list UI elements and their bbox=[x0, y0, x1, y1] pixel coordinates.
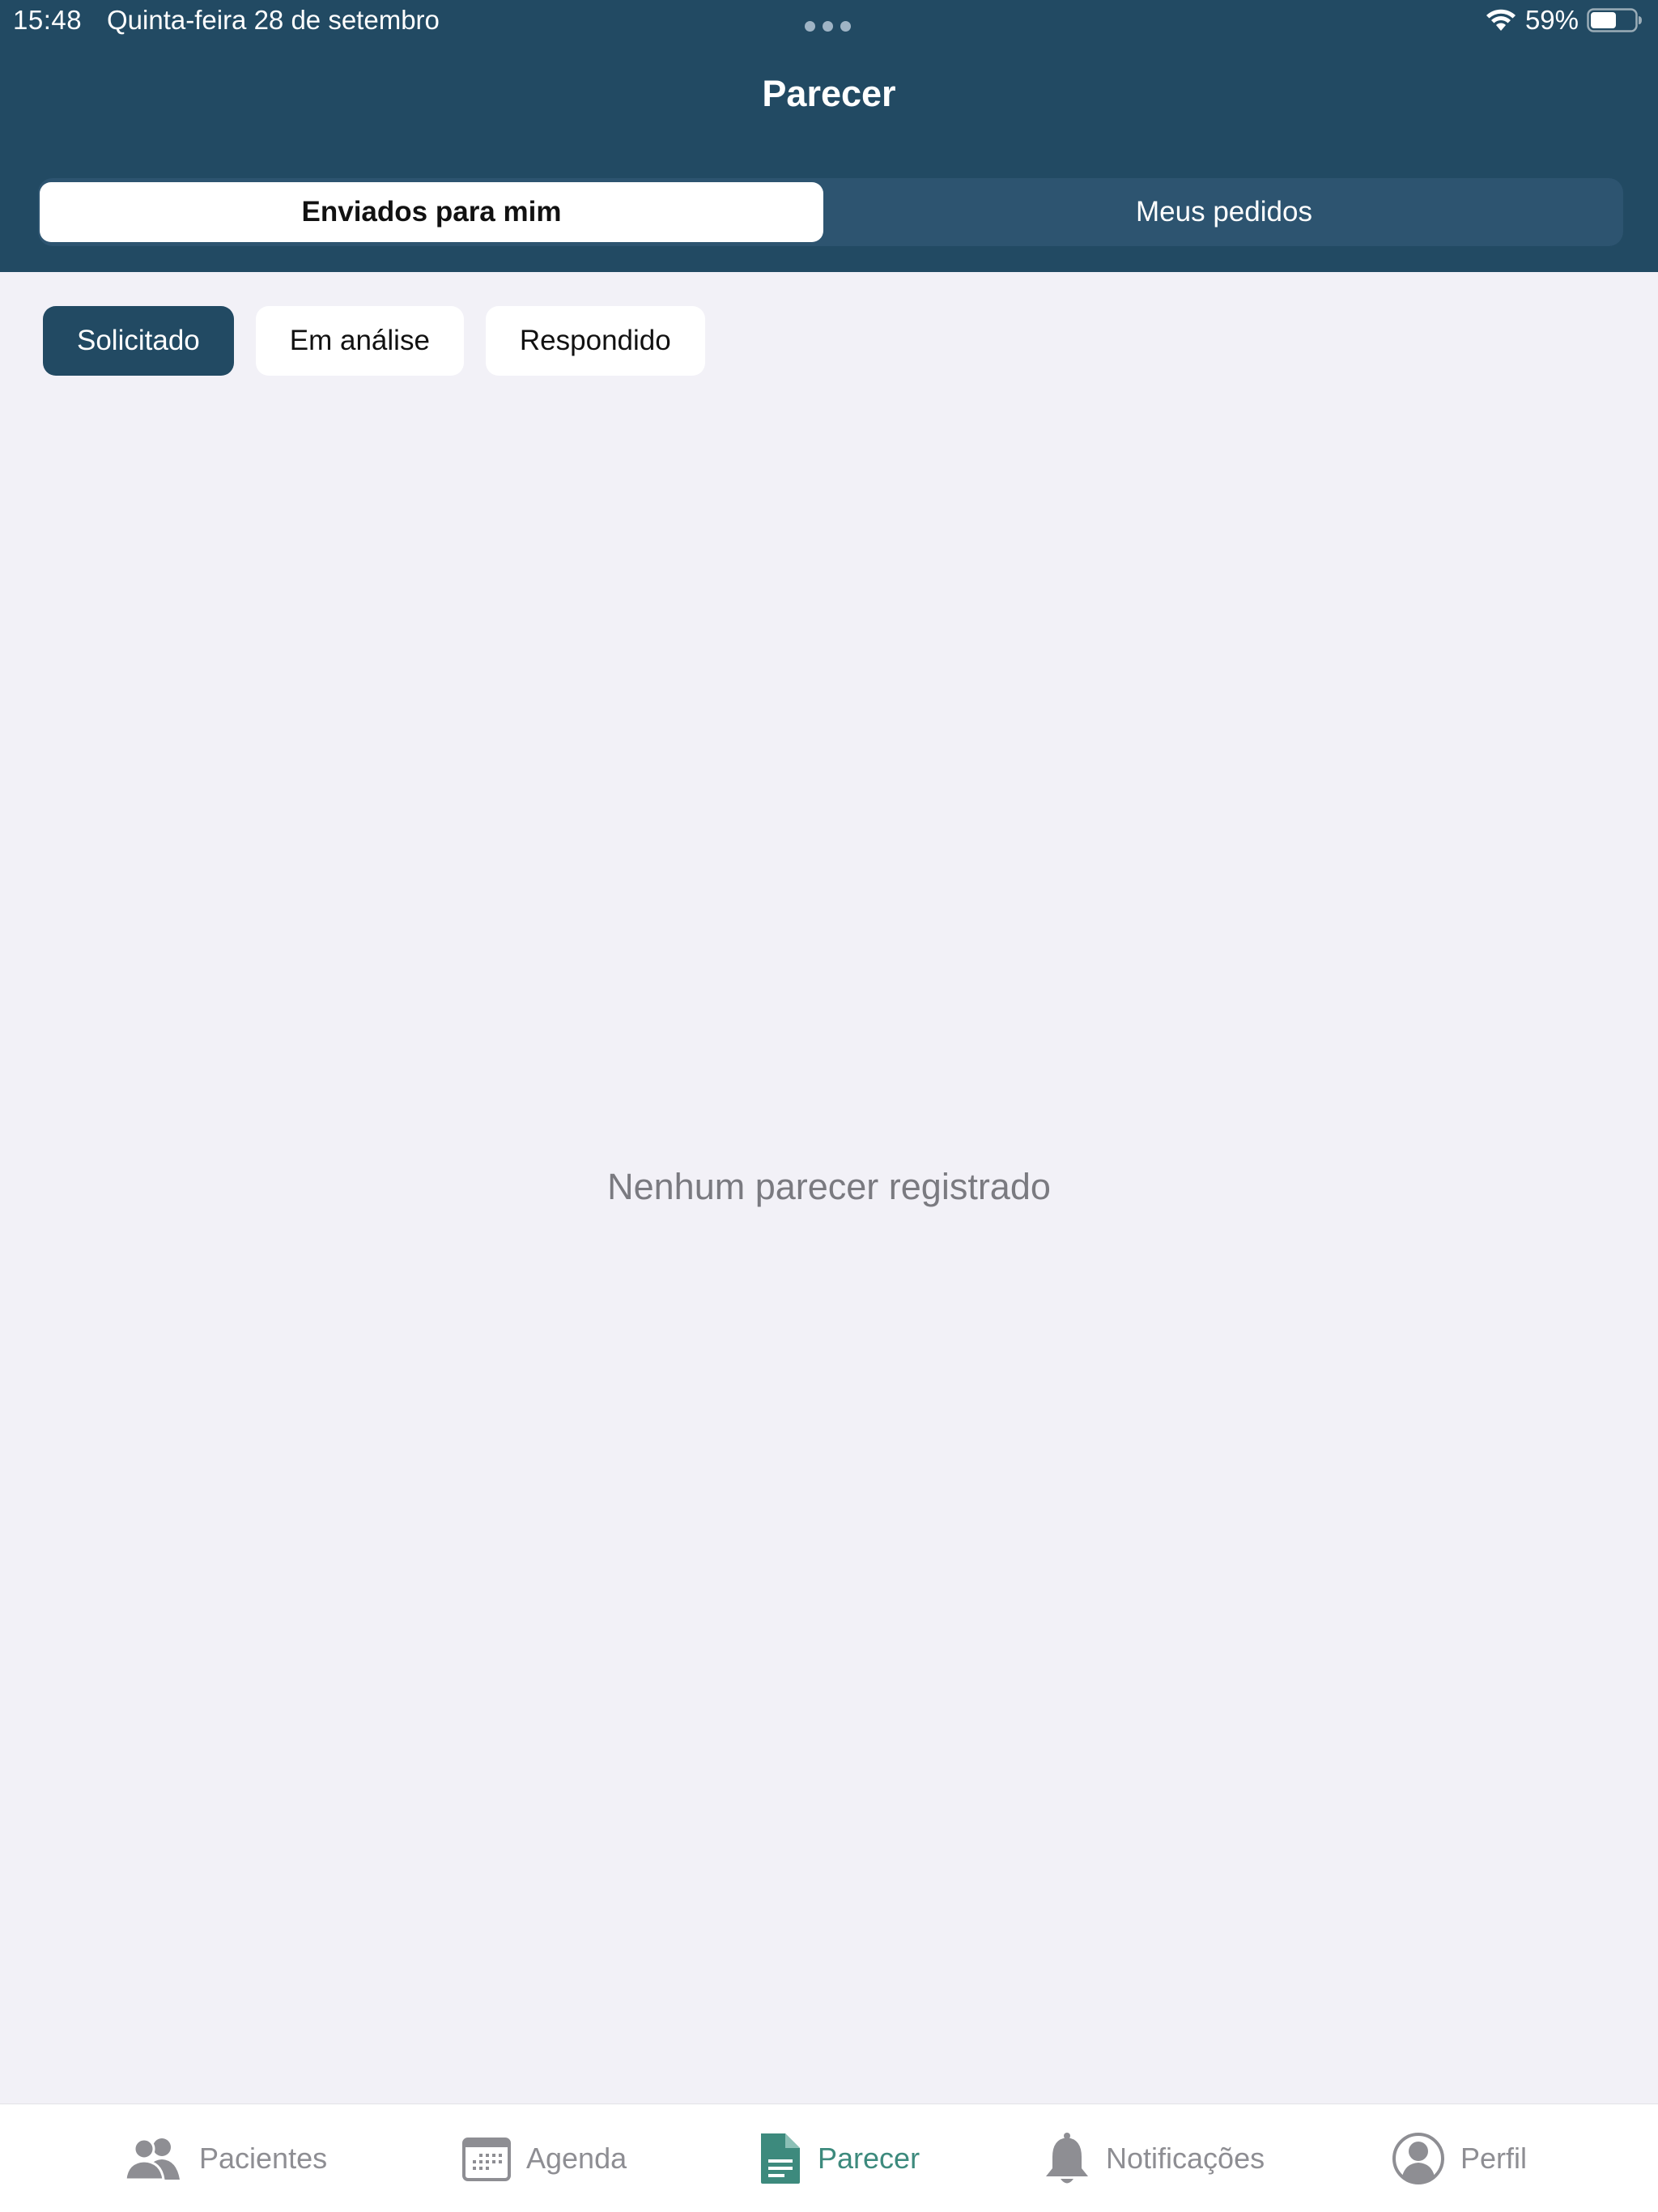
filter-chip-respondido[interactable]: Respondido bbox=[485, 306, 705, 376]
tab-label-notificacoes: Notificações bbox=[1106, 2142, 1265, 2175]
tab-label-perfil: Perfil bbox=[1460, 2142, 1528, 2175]
tab-label-parecer: Parecer bbox=[818, 2142, 920, 2175]
filter-chip-solicitado[interactable]: Solicitado bbox=[43, 306, 234, 376]
calendar-icon bbox=[462, 2138, 511, 2181]
tab-agenda[interactable]: Agenda bbox=[461, 2130, 627, 2187]
bell-icon bbox=[1046, 2133, 1088, 2184]
people-icon bbox=[124, 2138, 180, 2181]
header: 15:48 Quinta-feira 28 de setembro 59% Pa… bbox=[0, 0, 1658, 272]
segment-meus-pedidos[interactable]: Meus pedidos bbox=[831, 182, 1617, 242]
segmented-control: Enviados para mim Meus pedidos bbox=[38, 178, 1623, 246]
battery-percent: 59% bbox=[1524, 5, 1579, 35]
tab-parecer[interactable]: Parecer bbox=[758, 2130, 920, 2187]
filter-chip-em-analise[interactable]: Em análise bbox=[255, 306, 464, 376]
document-icon bbox=[761, 2133, 800, 2184]
status-filter-chips: Solicitado Em análise Respondido bbox=[43, 306, 705, 376]
profile-icon bbox=[1392, 2133, 1444, 2184]
wifi-icon bbox=[1486, 9, 1516, 31]
battery-icon bbox=[1587, 8, 1642, 32]
segment-enviados-para-mim[interactable]: Enviados para mim bbox=[40, 182, 823, 242]
status-time: 15:48 bbox=[13, 5, 83, 35]
empty-state-message: Nenhum parecer registrado bbox=[607, 1166, 1051, 1207]
multitasking-dots-icon[interactable] bbox=[805, 21, 851, 32]
tab-label-pacientes: Pacientes bbox=[199, 2142, 328, 2175]
page-title: Parecer bbox=[762, 73, 896, 114]
tab-label-agenda: Agenda bbox=[526, 2142, 627, 2175]
status-date: Quinta-feira 28 de setembro bbox=[107, 5, 440, 35]
tab-pacientes[interactable]: Pacientes bbox=[123, 2130, 327, 2187]
tab-notificacoes[interactable]: Notificações bbox=[1043, 2130, 1265, 2187]
tab-bar: Pacientes Agenda Parecer Notificações Pe… bbox=[0, 2104, 1658, 2212]
tab-perfil[interactable]: Perfil bbox=[1391, 2130, 1527, 2187]
status-indicators: 59% bbox=[1485, 5, 1643, 36]
